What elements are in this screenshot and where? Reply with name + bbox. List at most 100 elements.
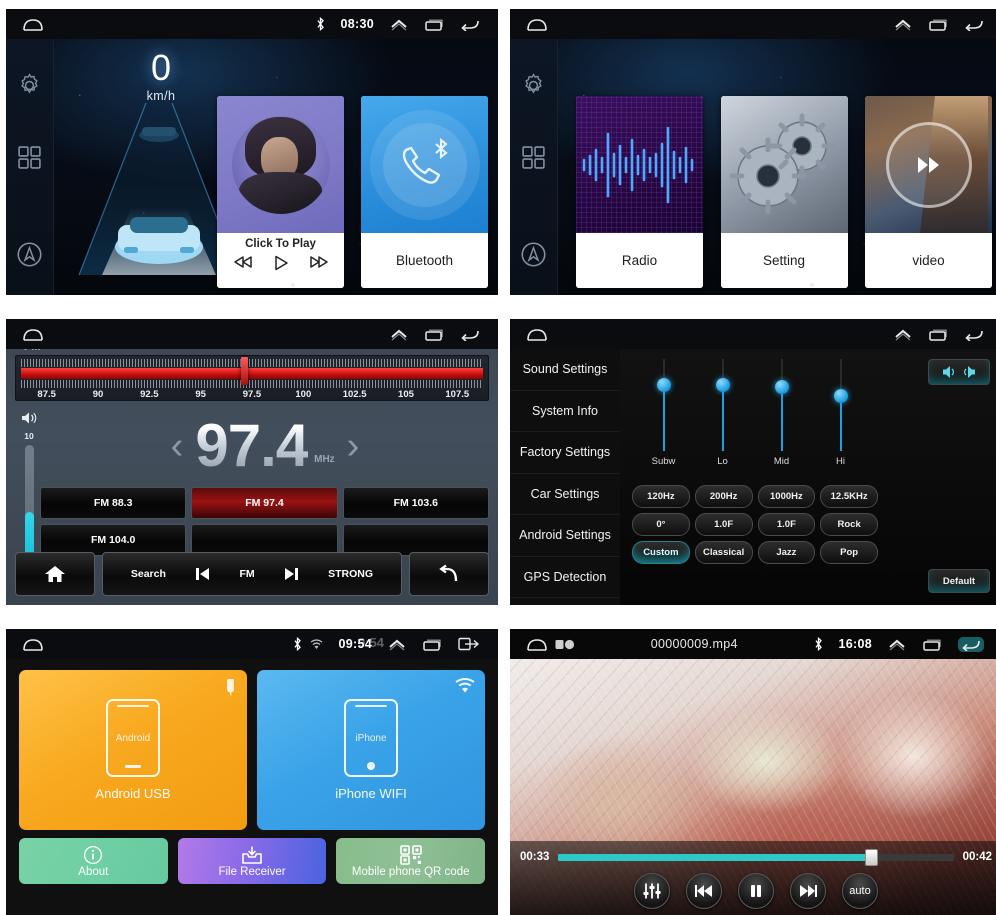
- volume-slider-track[interactable]: [24, 445, 34, 560]
- seek-bar-thumb[interactable]: [864, 848, 878, 866]
- file-receiver-button[interactable]: File Receiver: [177, 838, 327, 884]
- preset-button-pop[interactable]: Pop: [820, 541, 878, 564]
- preset-button-active[interactable]: FM 97.4: [191, 487, 338, 519]
- auto-button[interactable]: auto: [842, 873, 878, 909]
- signal-strength-button[interactable]: STRONG: [328, 568, 373, 580]
- navigation-compass-icon[interactable]: [16, 241, 43, 273]
- home-nav-icon[interactable]: [526, 328, 548, 341]
- eq-track[interactable]: [774, 359, 789, 451]
- eq-track[interactable]: [656, 359, 671, 451]
- frequency-dial[interactable]: 87.5 90 92.5 95 97.5 100 102.5 105 107.5: [15, 355, 489, 401]
- back-icon[interactable]: [964, 328, 984, 342]
- recent-apps-icon[interactable]: [922, 638, 942, 651]
- eq-slider-mid[interactable]: Mid: [752, 359, 811, 477]
- page-dot-1[interactable]: [290, 283, 295, 287]
- freq-button-12-5khz[interactable]: 12.5KHz: [820, 485, 878, 508]
- eq-track[interactable]: [833, 359, 848, 451]
- volume-control[interactable]: 10: [18, 411, 40, 560]
- tile-video[interactable]: video: [865, 96, 992, 288]
- frequency-down-button[interactable]: ‹: [171, 427, 184, 465]
- apps-grid-icon[interactable]: [17, 145, 42, 175]
- home-nav-icon[interactable]: [22, 638, 44, 651]
- balance-button[interactable]: [928, 359, 990, 385]
- chevron-up-icon[interactable]: [894, 328, 912, 341]
- card-android-usb[interactable]: Android Android USB: [19, 670, 247, 830]
- preset-button-custom[interactable]: Custom: [632, 541, 690, 564]
- seek-bar[interactable]: [558, 848, 954, 866]
- back-button[interactable]: [409, 552, 489, 596]
- gear-icon[interactable]: [17, 73, 42, 103]
- home-nav-icon[interactable]: [526, 638, 548, 651]
- menu-item-factory-settings[interactable]: Factory Settings: [510, 432, 620, 474]
- home-nav-icon[interactable]: [22, 328, 44, 341]
- chevron-up-icon[interactable]: [390, 328, 408, 341]
- eq-track[interactable]: [715, 359, 730, 451]
- pause-button[interactable]: [738, 873, 774, 909]
- exit-app-icon[interactable]: [458, 637, 480, 651]
- preset-button-rock[interactable]: Rock: [820, 513, 878, 536]
- recent-apps-icon[interactable]: [424, 328, 444, 341]
- menu-item-android-settings[interactable]: Android Settings: [510, 515, 620, 557]
- page-dot-1[interactable]: [794, 283, 799, 287]
- menu-item-system-info[interactable]: System Info: [510, 391, 620, 432]
- param-button-phase[interactable]: 0°: [632, 513, 690, 536]
- back-icon[interactable]: [958, 636, 984, 652]
- eq-knob[interactable]: [774, 379, 789, 394]
- preset-button-classical[interactable]: Classical: [694, 541, 753, 564]
- preset-button[interactable]: FM 88.3: [40, 487, 187, 519]
- eq-knob[interactable]: [656, 377, 671, 392]
- equalizer-button[interactable]: [634, 873, 670, 909]
- freq-button-1000hz[interactable]: 1000Hz: [757, 485, 816, 508]
- gear-icon[interactable]: [521, 73, 546, 103]
- param-button-q1[interactable]: 1.0F: [694, 513, 753, 536]
- next-button[interactable]: [790, 873, 826, 909]
- previous-button[interactable]: [686, 873, 722, 909]
- recent-apps-icon[interactable]: [928, 328, 948, 341]
- frequency-up-button[interactable]: ›: [347, 427, 360, 465]
- back-icon[interactable]: [964, 18, 984, 32]
- chevron-up-icon[interactable]: [894, 18, 912, 31]
- eq-slider-hi[interactable]: Hi: [811, 359, 870, 477]
- back-icon[interactable]: [460, 328, 480, 342]
- home-button[interactable]: [15, 552, 95, 596]
- freq-button-120hz[interactable]: 120Hz: [632, 485, 690, 508]
- menu-item-gps-detection[interactable]: GPS Detection: [510, 557, 620, 598]
- menu-item-sound-settings[interactable]: Sound Settings: [510, 349, 620, 391]
- tile-radio[interactable]: Radio: [576, 96, 703, 288]
- tile-bluetooth[interactable]: Bluetooth: [361, 96, 488, 288]
- eq-slider-subw[interactable]: Subw: [634, 359, 693, 477]
- rewind-icon[interactable]: [233, 255, 254, 271]
- menu-item-car-settings[interactable]: Car Settings: [510, 474, 620, 515]
- recent-apps-icon[interactable]: [928, 18, 948, 31]
- default-button[interactable]: Default: [928, 569, 990, 593]
- skip-next-icon[interactable]: [282, 566, 300, 582]
- chevron-up-icon[interactable]: [390, 18, 408, 31]
- home-nav-icon[interactable]: [22, 18, 44, 31]
- chevron-up-icon[interactable]: [388, 638, 406, 651]
- tile-media-player[interactable]: Click To Play: [217, 96, 344, 288]
- fast-forward-icon[interactable]: [308, 255, 328, 271]
- band-toggle-button[interactable]: FM: [239, 568, 254, 580]
- page-dot-2[interactable]: [809, 283, 814, 287]
- recent-apps-icon[interactable]: [422, 638, 442, 651]
- dial-needle[interactable]: [240, 357, 248, 385]
- preset-button-jazz[interactable]: Jazz: [757, 541, 816, 564]
- skip-previous-icon[interactable]: [194, 566, 212, 582]
- param-button-q2[interactable]: 1.0F: [757, 513, 816, 536]
- back-icon[interactable]: [460, 18, 480, 32]
- navigation-compass-icon[interactable]: [520, 241, 547, 273]
- preset-button[interactable]: FM 103.6: [342, 487, 489, 519]
- eq-slider-lo[interactable]: Lo: [693, 359, 752, 477]
- qr-code-button[interactable]: Mobile phone QR code: [336, 838, 486, 884]
- play-icon[interactable]: [273, 255, 289, 271]
- apps-grid-icon[interactable]: [521, 145, 546, 175]
- card-iphone-wifi[interactable]: iPhone iPhone WIFI: [257, 670, 485, 830]
- eq-knob[interactable]: [833, 388, 848, 403]
- freq-button-200hz[interactable]: 200Hz: [694, 485, 753, 508]
- tile-setting[interactable]: Setting: [720, 96, 848, 288]
- home-nav-icon[interactable]: [526, 18, 548, 31]
- recent-apps-icon[interactable]: [424, 18, 444, 31]
- eq-knob[interactable]: [715, 377, 730, 392]
- page-dot-2[interactable]: [305, 283, 310, 287]
- search-button[interactable]: Search: [131, 568, 166, 580]
